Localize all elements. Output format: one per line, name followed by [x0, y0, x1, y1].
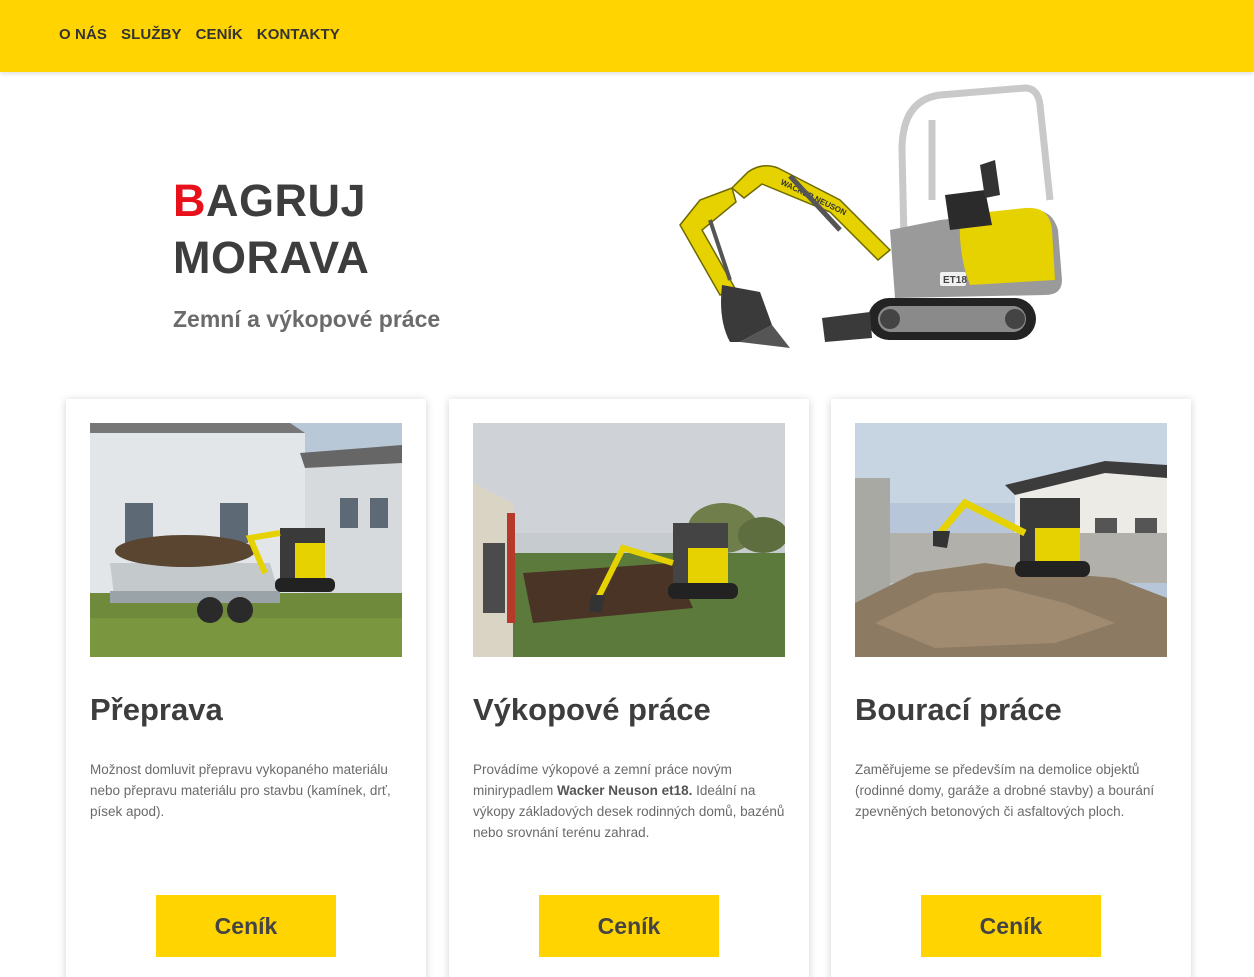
nav-link-o-nas[interactable]: O NÁS — [59, 26, 107, 43]
hero-title: BAGRUJ MORAVA — [173, 172, 369, 286]
top-navbar: O NÁS SLUŽBY CENÍK KONTAKTY — [0, 0, 1254, 72]
main-nav: O NÁS SLUŽBY CENÍK KONTAKTY — [59, 26, 340, 43]
card-title: Bourací práce — [855, 692, 1062, 727]
card-description: Zaměřujeme se především na demolice obje… — [855, 762, 1155, 819]
hero-subtitle: Zemní a výkopové práce — [173, 306, 441, 332]
card-description: Možnost domluvit přepravu vykopaného mat… — [90, 762, 391, 819]
transport-photo — [90, 423, 402, 657]
excavation-photo — [473, 423, 785, 657]
service-card-bouraci-prace: Bourací práce Zaměřujeme se především na… — [831, 399, 1191, 977]
excavator-image: ET18 WACKER NEUSON — [679, 84, 1062, 348]
service-card-preprava: Přeprava Možnost domluvit přepravu vykop… — [66, 399, 426, 977]
hero-title-initial: B — [173, 175, 206, 226]
card-description: Provádíme výkopové a zemní práce novým m… — [473, 759, 791, 843]
pricing-button[interactable]: Ceník — [921, 895, 1101, 957]
pricing-button[interactable]: Ceník — [539, 895, 719, 957]
demolition-photo — [855, 423, 1167, 657]
pricing-button[interactable]: Ceník — [156, 895, 336, 957]
nav-link-cenik[interactable]: CENÍK — [196, 26, 243, 43]
card-title: Přeprava — [90, 692, 223, 727]
service-card-vykopove-prace: Výkopové práce Provádíme výkopové a zemn… — [449, 399, 809, 977]
machine-brand-label: WACKER NEUSON — [779, 178, 848, 218]
card-title: Výkopové práce — [473, 692, 711, 727]
nav-link-kontakty[interactable]: KONTAKTY — [257, 26, 340, 43]
hero-title-rest: AGRUJ — [206, 175, 367, 226]
nav-link-sluzby[interactable]: SLUŽBY — [121, 26, 182, 43]
machine-badge: ET18 — [943, 275, 967, 286]
machine-model-name: Wacker Neuson et18. — [557, 783, 693, 798]
hero-title-line2: MORAVA — [173, 232, 370, 283]
